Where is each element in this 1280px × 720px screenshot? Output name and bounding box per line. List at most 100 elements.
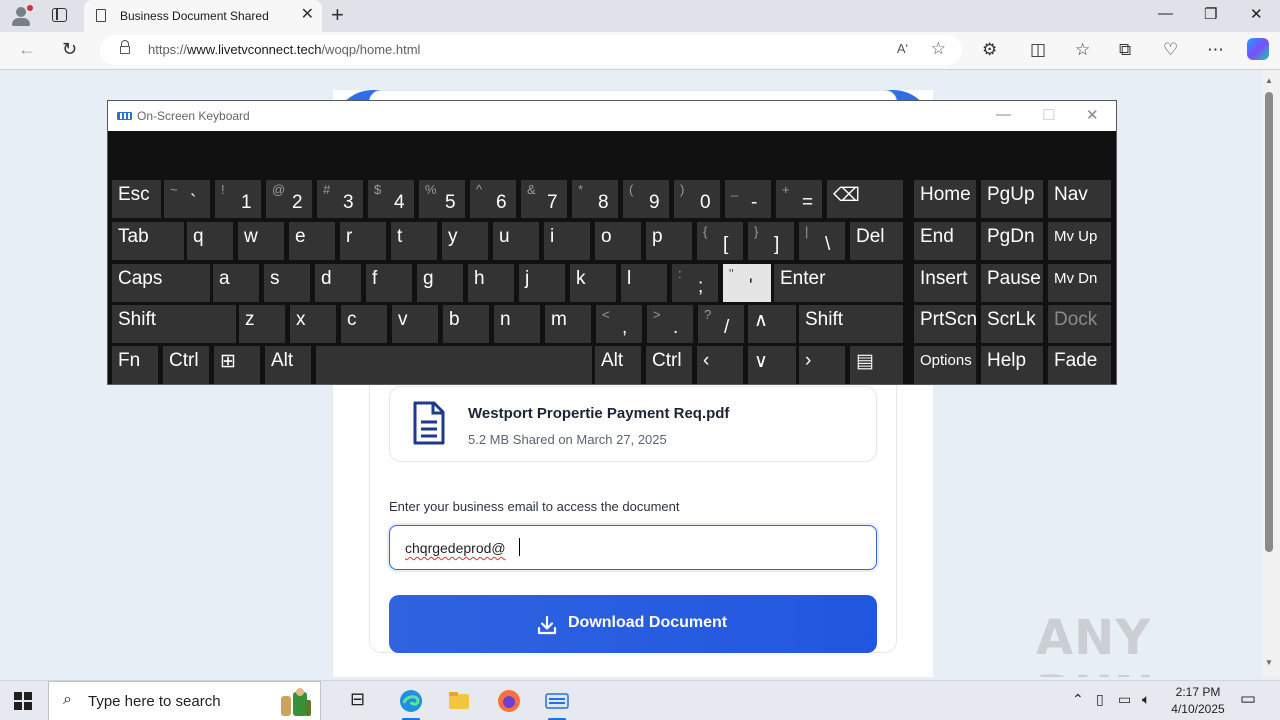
download-document-button[interactable]: Download Document [389, 595, 877, 653]
osk-key-fn[interactable]: Fn [112, 346, 158, 384]
osk-key-a[interactable]: a [213, 264, 259, 302]
osk-key-down-arrow[interactable]: ∨ [748, 346, 796, 384]
osk-key-b[interactable]: b [443, 305, 489, 343]
osk-key-options[interactable]: Options [914, 346, 976, 384]
notification-icon[interactable]: ▭ [1240, 689, 1256, 709]
osk-key-mv-dn[interactable]: Mv Dn [1048, 264, 1111, 302]
osk-key-3[interactable]: #3 [317, 180, 363, 218]
osk-key-alt-left[interactable]: Alt [265, 346, 311, 384]
osk-key-o[interactable]: o [595, 222, 641, 260]
osk-key-nav[interactable]: Nav [1048, 180, 1111, 218]
osk-key-tab[interactable]: Tab [112, 222, 184, 260]
osk-key-menu[interactable]: ▤ [850, 346, 903, 384]
email-field-value[interactable]: chqrgedeprod@ [405, 540, 506, 556]
osk-key-t[interactable]: t [391, 222, 437, 260]
osk-key-v[interactable]: v [392, 305, 438, 343]
device-icon[interactable]: ▯ [1096, 691, 1104, 708]
osk-key-backslash[interactable]: | \ [799, 222, 845, 260]
osk-key-esc[interactable]: Esc [112, 180, 161, 218]
osk-key-w[interactable]: w [238, 222, 284, 260]
osk-key-lbracket[interactable]: {[ [697, 222, 743, 260]
file-explorer-icon[interactable] [447, 689, 471, 713]
osk-key-h[interactable]: h [468, 264, 514, 302]
read-aloud-icon[interactable]: Aʹ [897, 41, 908, 56]
osk-key-ctrl-right[interactable]: Ctrl [646, 346, 692, 384]
taskbar-search-box[interactable]: ⌕ Type here to search [48, 681, 321, 720]
collections-icon[interactable]: ⧉ [1119, 40, 1131, 60]
osk-key-enter[interactable]: Enter [774, 264, 903, 302]
osk-close-icon[interactable]: ✕ [1086, 106, 1099, 124]
refresh-icon[interactable]: ↻ [62, 39, 77, 60]
osk-key-pgup[interactable]: PgUp [981, 180, 1043, 218]
on-screen-keyboard-taskbar-icon[interactable] [545, 689, 569, 713]
osk-key-s[interactable]: s [264, 264, 310, 302]
scrollbar-thumb[interactable] [1265, 92, 1273, 552]
network-icon[interactable]: ▭ [1118, 691, 1131, 708]
close-tab-icon[interactable]: ✕ [301, 6, 314, 24]
browser-essentials-icon[interactable]: ♡ [1163, 40, 1178, 60]
osk-key-c[interactable]: c [341, 305, 387, 343]
scroll-down-icon[interactable]: ▼ [1265, 658, 1273, 667]
osk-key-y[interactable]: y [442, 222, 488, 260]
minimize-icon[interactable]: — [1158, 5, 1173, 22]
tab-actions-icon[interactable] [52, 8, 67, 22]
osk-key-6[interactable]: ^ 6 [470, 180, 516, 218]
osk-key-minus[interactable]: _ - [725, 180, 771, 218]
osk-minimize-icon[interactable]: — [996, 106, 1011, 123]
osk-key-i[interactable]: i [544, 222, 590, 260]
osk-key-caps[interactable]: Caps [112, 264, 210, 302]
extensions-icon[interactable]: ⚙ [982, 40, 997, 60]
osk-key-8[interactable]: * 8 [572, 180, 618, 218]
osk-key-x[interactable]: x [290, 305, 336, 343]
osk-key-ctrl-left[interactable]: Ctrl [163, 346, 209, 384]
osk-key-slash[interactable]: ? / [698, 305, 744, 343]
osk-key-end[interactable]: End [914, 222, 976, 260]
osk-key-m[interactable]: m [545, 305, 591, 343]
firefox-icon[interactable] [497, 689, 521, 713]
osk-key-backspace[interactable]: ⌫ [827, 180, 903, 218]
osk-key-l[interactable]: l [621, 264, 667, 302]
task-view-icon[interactable]: ⊟ [350, 689, 365, 710]
osk-key-dock[interactable]: Dock [1048, 305, 1111, 343]
scroll-up-icon[interactable]: ▲ [1265, 76, 1273, 85]
new-tab-icon[interactable]: + [331, 4, 344, 26]
osk-key-scrlk[interactable]: ScrLk [981, 305, 1043, 343]
favorites-icon[interactable]: ☆ [1075, 40, 1090, 60]
osk-key-semicolon[interactable]: :; [672, 264, 718, 302]
osk-key-pgdn[interactable]: PgDn [981, 222, 1043, 260]
profile-icon[interactable] [10, 5, 33, 27]
close-window-icon[interactable]: ✕ [1250, 5, 1263, 23]
osk-key-4[interactable]: $4 [368, 180, 414, 218]
osk-key-g[interactable]: g [417, 264, 463, 302]
osk-key-equals[interactable]: + = [776, 180, 822, 218]
osk-key-alt-right[interactable]: Alt [595, 346, 641, 384]
osk-key-up-arrow[interactable]: ∧ [748, 305, 796, 343]
osk-key-pause[interactable]: Pause [981, 264, 1043, 302]
osk-key-backtick[interactable]: ~ ` [164, 180, 210, 218]
address-bar[interactable]: https://www.livetvconnect.tech/woqp/home… [100, 35, 962, 65]
osk-key-p[interactable]: p [646, 222, 692, 260]
favorite-star-icon[interactable]: ☆ [931, 39, 946, 59]
osk-key-mv-up[interactable]: Mv Up [1048, 222, 1111, 260]
osk-key-rbracket[interactable]: }] [748, 222, 794, 260]
osk-key-windows[interactable]: ⊞ [214, 346, 260, 384]
osk-key-2[interactable]: @2 [266, 180, 312, 218]
osk-key-k[interactable]: k [570, 264, 616, 302]
restore-icon[interactable]: ❐ [1204, 5, 1217, 23]
tab-business-document[interactable]: Business Document Shared ✕ [84, 0, 322, 32]
osk-key-shift-left[interactable]: Shift [112, 305, 236, 343]
back-icon[interactable]: ← [18, 39, 36, 60]
osk-key-quote[interactable]: " ' [723, 264, 771, 302]
osk-key-0[interactable]: ) 0 [674, 180, 720, 218]
osk-key-prtscn[interactable]: PrtScn [914, 305, 977, 343]
osk-title-bar[interactable]: On-Screen Keyboard — ☐ ✕ [108, 101, 1116, 131]
osk-key-d[interactable]: d [315, 264, 361, 302]
windows-start-icon[interactable] [14, 692, 32, 710]
edge-icon[interactable] [399, 689, 423, 713]
osk-key-r[interactable]: r [340, 222, 386, 260]
osk-key-f[interactable]: f [366, 264, 412, 302]
more-menu-icon[interactable]: ⋯ [1207, 40, 1224, 60]
system-clock[interactable]: 2:17 PM 4/10/2025 [1160, 684, 1236, 718]
osk-key-comma[interactable]: <, [596, 305, 642, 343]
osk-key-shift-right[interactable]: Shift [799, 305, 903, 343]
